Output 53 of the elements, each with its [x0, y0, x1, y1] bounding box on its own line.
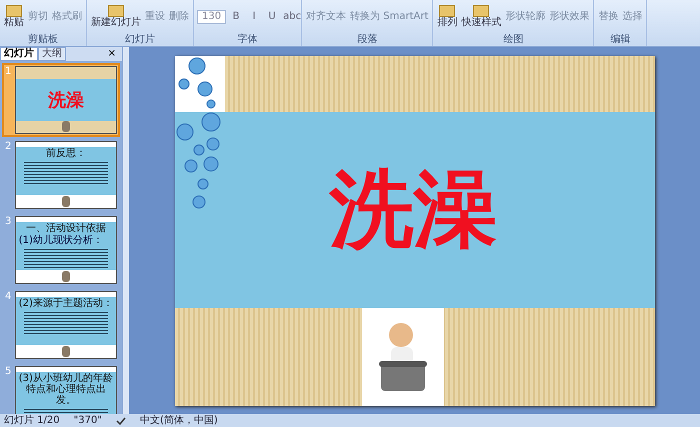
ribbon-button[interactable]: 形状轮廓: [504, 11, 546, 23]
slide-number: 5: [5, 366, 12, 379]
ribbon-button[interactable]: 选择: [621, 11, 644, 23]
group-label: 幻灯片: [124, 34, 156, 46]
format-button[interactable]: abc: [282, 11, 298, 23]
slide-thumbnail-row[interactable]: 5 (3)从小班幼儿的年龄特点和心理特点出发。: [2, 363, 120, 414]
format-button[interactable]: B: [228, 11, 244, 23]
slide-number: 2: [5, 141, 12, 154]
tool-icon: [108, 5, 124, 17]
ribbon-button[interactable]: 快速样式: [460, 5, 502, 29]
slide-thumbnail-row[interactable]: 3 一、活动设计依据 (1)幼儿现状分析：: [2, 213, 120, 287]
group-label: 段落: [356, 34, 378, 46]
ribbon-button[interactable]: 新建幻灯片: [90, 5, 142, 29]
thumbnail-title: 前反思：: [46, 148, 86, 159]
close-button[interactable]: ×: [102, 47, 122, 61]
font-size-field[interactable]: 130: [197, 10, 226, 24]
group-label: 编辑: [609, 34, 632, 46]
language: 中文(简体，中国): [140, 414, 218, 426]
scrollbar[interactable]: [122, 47, 129, 414]
slide-count: 幻灯片 1/20: [4, 414, 60, 426]
group-label: 字体: [236, 34, 259, 46]
slide-thumbnail-row[interactable]: 2 前反思：: [2, 138, 120, 212]
ribbon-button[interactable]: 格式刷: [51, 11, 83, 23]
ribbon-button[interactable]: 删除: [168, 11, 190, 23]
ribbon-button[interactable]: 粘贴: [3, 5, 25, 29]
thumbnail-title: 一、活动设计依据: [26, 223, 106, 234]
tool-icon: [6, 5, 22, 17]
tool-icon: [439, 5, 456, 17]
panel-tab[interactable]: 幻灯片: [0, 47, 38, 61]
format-button[interactable]: I: [246, 11, 262, 23]
ribbon-button[interactable]: 重设: [144, 11, 166, 23]
ribbon-button[interactable]: 替换: [597, 11, 620, 23]
slide-number: 1: [5, 66, 12, 79]
group-label: 绘图: [502, 34, 524, 46]
thumbnail-title: (2)来源于主题活动：: [18, 298, 113, 309]
thumbnail-title: (3)从小班幼儿的年龄特点和心理特点出发。: [18, 373, 113, 406]
thumbnail-subtitle: (1)幼儿现状分析：: [18, 235, 103, 246]
slide-thumbnail-row[interactable]: 4 (2)来源于主题活动：: [2, 288, 120, 362]
ribbon-button[interactable]: 形状效果: [548, 11, 590, 23]
panel-tab[interactable]: 大纲: [38, 47, 66, 61]
ribbon-button[interactable]: 剪切: [27, 11, 49, 23]
ribbon-button[interactable]: 排列: [436, 5, 458, 29]
spellcheck-icon[interactable]: [116, 416, 126, 426]
group-label: 剪贴板: [27, 34, 59, 46]
ribbon-button[interactable]: 转换为 SmartArt: [349, 11, 430, 23]
format-button[interactable]: U: [264, 11, 280, 23]
ribbon-button[interactable]: 对齐文本: [305, 11, 348, 23]
tool-icon: [473, 5, 490, 17]
thumbnail-title: 洗澡: [48, 89, 84, 112]
slide-thumbnail-row[interactable]: 1 洗澡: [2, 63, 120, 137]
theme-name: "370": [74, 414, 102, 426]
slide-number: 3: [5, 216, 12, 229]
slide-number: 4: [5, 291, 12, 304]
